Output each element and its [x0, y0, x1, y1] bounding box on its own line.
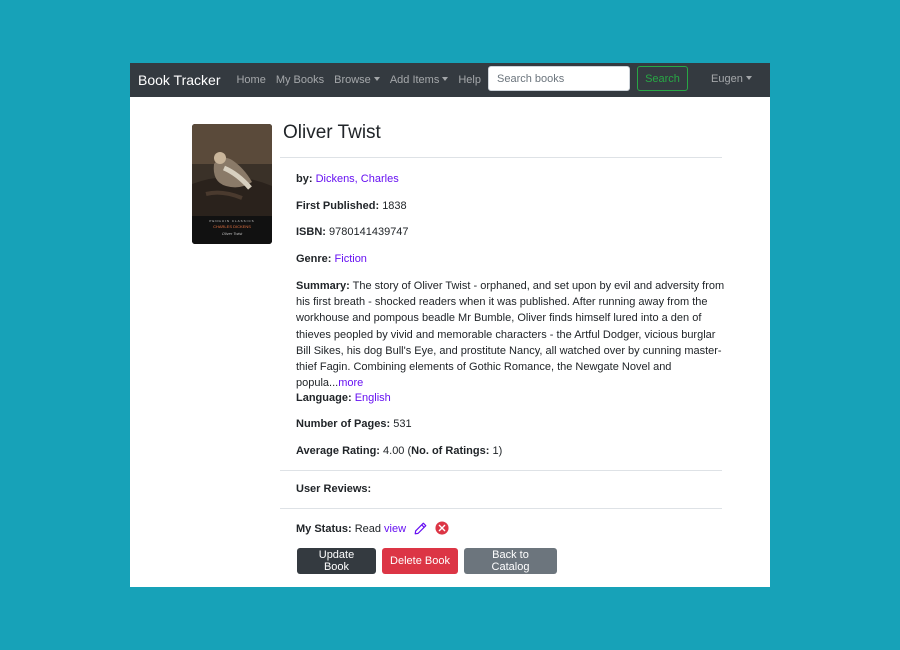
rating-label: Average Rating: — [296, 445, 380, 457]
pencil-icon[interactable] — [414, 522, 427, 538]
language-link[interactable]: English — [355, 392, 391, 404]
cover-band: PENGUIN CLASSICS CHARLES DICKENS Oliver … — [192, 216, 272, 244]
first-published-value: 1838 — [382, 200, 407, 212]
genre-row: Genre: Fiction — [296, 253, 367, 265]
nav-my-books[interactable]: My Books — [276, 74, 324, 86]
nav-add-items-label: Add Items — [389, 74, 440, 86]
navbar: Book Tracker Home My Books Browse Add It… — [130, 63, 770, 97]
genre-link[interactable]: Fiction — [335, 253, 367, 265]
update-book-button[interactable]: Update Book — [297, 548, 376, 574]
search-button[interactable]: Search — [637, 66, 688, 91]
summary-text: The story of Oliver Twist - orphaned, an… — [296, 280, 725, 390]
pages-value: 531 — [393, 418, 412, 430]
cover-title-text: CHARLES DICKENS — [213, 224, 251, 229]
user-menu-dropdown[interactable]: Eugen — [711, 73, 752, 85]
back-to-catalog-button[interactable]: Back to Catalog — [464, 548, 557, 574]
language-row: Language: English — [296, 392, 391, 404]
reviews-row: User Reviews: — [296, 483, 371, 495]
status-value: Read — [354, 523, 381, 535]
first-published-label: First Published: — [296, 200, 380, 212]
divider-reviews-top — [280, 470, 722, 471]
reviews-label: User Reviews: — [296, 483, 372, 495]
summary-label: Summary: — [296, 280, 350, 292]
app-window: Book Tracker Home My Books Browse Add It… — [130, 63, 770, 587]
nav-home[interactable]: Home — [236, 74, 265, 86]
view-status-link[interactable]: view — [384, 523, 406, 535]
brand-link[interactable]: Book Tracker — [138, 72, 220, 88]
pages-label: Number of Pages: — [296, 418, 391, 430]
summary-block: Summary: The story of Oliver Twist - orp… — [296, 278, 726, 391]
isbn-value: 9780141439747 — [329, 226, 409, 238]
rating-value: 4.00 — [383, 445, 405, 457]
cover-publisher-text: PENGUIN CLASSICS — [209, 219, 255, 223]
status-label: My Status: — [296, 523, 352, 535]
author-row: by: Dickens, Charles — [296, 173, 399, 185]
author-link[interactable]: Dickens, Charles — [316, 173, 399, 185]
book-cover-image: PENGUIN CLASSICS CHARLES DICKENS Oliver … — [192, 124, 272, 244]
remove-status-icon[interactable] — [435, 521, 449, 538]
nav-add-items-dropdown[interactable]: Add Items — [390, 74, 449, 86]
rating-row: Average Rating: 4.00 (No. of Ratings: 1) — [296, 445, 503, 457]
status-row: My Status: Read view — [296, 521, 449, 538]
language-label: Language: — [296, 392, 352, 404]
cover-illustration — [192, 124, 272, 216]
book-title: Oliver Twist — [283, 122, 381, 143]
isbn-label: ISBN: — [296, 226, 326, 238]
pages-row: Number of Pages: 531 — [296, 418, 412, 430]
summary-more-link[interactable]: more — [338, 377, 363, 389]
genre-label: Genre: — [296, 253, 332, 265]
nav-browse-label: Browse — [334, 74, 371, 86]
nav-browse-dropdown[interactable]: Browse — [334, 74, 380, 86]
ratings-count-value: 1 — [492, 445, 499, 457]
divider-reviews-bottom — [280, 508, 722, 509]
ratings-count-label: No. of Ratings: — [411, 445, 490, 457]
delete-book-button[interactable]: Delete Book — [382, 548, 458, 574]
search-input[interactable] — [488, 66, 630, 91]
cover-subtitle-text: Oliver Twist — [221, 231, 243, 236]
author-label: by: — [296, 173, 313, 185]
first-published-row: First Published: 1838 — [296, 200, 407, 212]
divider-title — [280, 157, 722, 158]
nav-help[interactable]: Help — [458, 74, 481, 86]
user-name: Eugen — [711, 73, 743, 85]
isbn-row: ISBN: 9780141439747 — [296, 226, 409, 238]
